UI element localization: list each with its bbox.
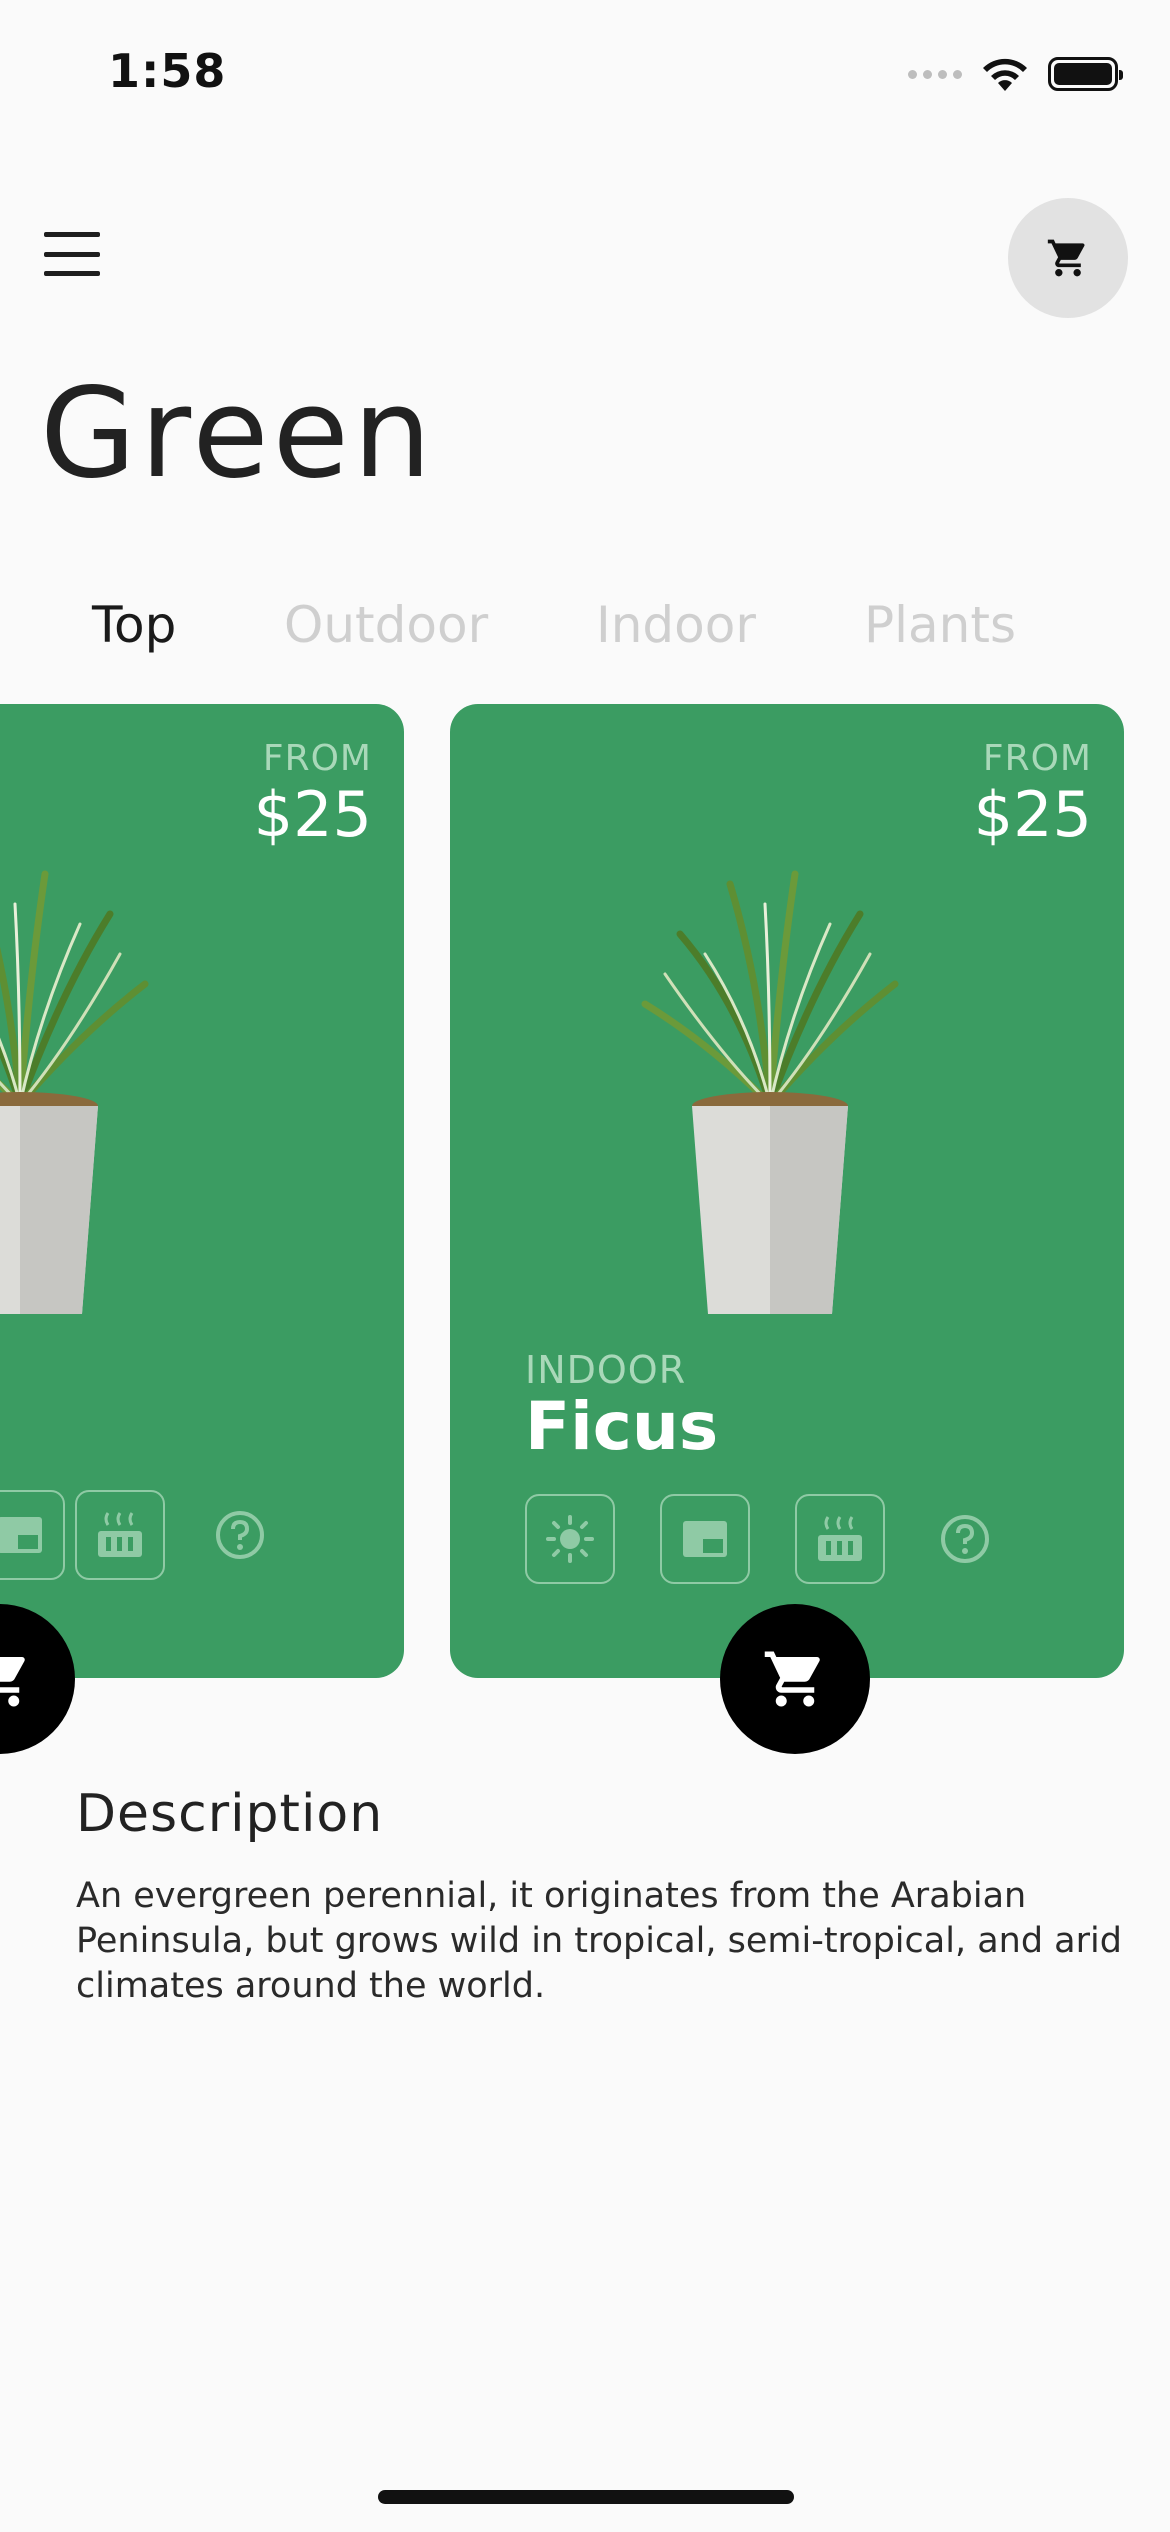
- window-feature: [0, 1490, 65, 1580]
- home-indicator[interactable]: [378, 2490, 794, 2504]
- tab-indoor[interactable]: Indoor: [596, 596, 756, 654]
- help-feature: [920, 1494, 1010, 1584]
- battery-icon: [1048, 57, 1123, 91]
- help-circle-icon: [216, 1511, 264, 1559]
- window-icon: [0, 1517, 42, 1553]
- page-title: Green: [40, 362, 436, 506]
- category-tabs: Top Outdoor Indoor Plants: [0, 596, 1170, 666]
- cart-button[interactable]: [1008, 198, 1128, 318]
- sun-feature: [525, 1494, 615, 1584]
- cellular-signal-icon: [908, 69, 962, 79]
- sun-icon: [546, 1515, 594, 1563]
- add-to-cart-button[interactable]: [0, 1604, 75, 1754]
- cart-icon: [764, 1651, 820, 1707]
- product-name: Ficus: [525, 1388, 719, 1465]
- plant-image: [0, 870, 149, 1314]
- tab-plants[interactable]: Plants: [864, 596, 1016, 654]
- cart-icon: [1047, 239, 1085, 277]
- add-to-cart-button[interactable]: [720, 1604, 870, 1754]
- description-body: An evergreen perennial, it originates fr…: [76, 1876, 1122, 2006]
- window-feature: [660, 1494, 750, 1584]
- tab-top[interactable]: Top: [92, 596, 176, 654]
- help-circle-icon: [941, 1515, 989, 1563]
- from-label: FROM: [982, 738, 1092, 779]
- status-time: 1:58: [108, 44, 227, 98]
- menu-icon[interactable]: [44, 232, 100, 276]
- heater-icon: [98, 1512, 142, 1557]
- tab-outdoor[interactable]: Outdoor: [284, 596, 488, 654]
- product-card[interactable]: FROM $25: [0, 704, 404, 1754]
- cart-icon: [0, 1656, 25, 1707]
- status-icons: [908, 52, 1123, 96]
- price-label: $25: [253, 778, 372, 851]
- heater-icon: [818, 1516, 862, 1561]
- help-feature: [195, 1490, 285, 1580]
- from-label: FROM: [262, 738, 372, 779]
- wifi-icon: [983, 58, 1027, 91]
- category-label: INDOOR: [525, 1348, 687, 1392]
- app-screen: 1:58 Green Top Outdoor Indoor Plants FRO…: [0, 0, 1170, 2532]
- price-label: $25: [973, 778, 1092, 851]
- heater-feature: [795, 1494, 885, 1584]
- plant-image: [641, 870, 899, 1314]
- product-card[interactable]: FROM $25 INDOOR Ficus: [450, 704, 1124, 1754]
- window-icon: [683, 1521, 727, 1557]
- description-title: Description: [76, 1784, 384, 1844]
- heater-feature: [75, 1490, 165, 1580]
